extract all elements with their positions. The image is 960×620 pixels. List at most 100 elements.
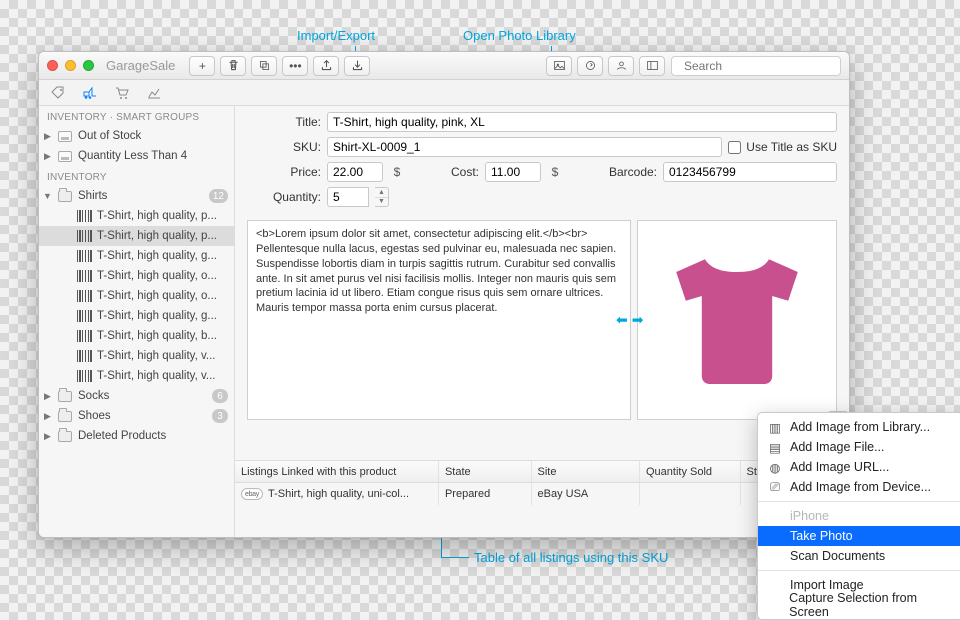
window-controls — [47, 60, 94, 71]
use-title-as-sku-checkbox[interactable]: Use Title as SKU — [728, 140, 837, 154]
titlebar: GarageSale + ••• — [39, 52, 849, 80]
label-cost: Cost: — [439, 165, 479, 179]
currency-symbol: $ — [547, 165, 563, 179]
sidebar-item-product[interactable]: T-Shirt, high quality, o... — [39, 286, 234, 306]
barcode-input[interactable] — [663, 162, 837, 182]
sidebar-item-product[interactable]: T-Shirt, high quality, g... — [39, 306, 234, 326]
menu-item-label: Capture Selection from Screen — [789, 591, 950, 619]
col-state[interactable]: State — [439, 461, 532, 482]
mode-inventory[interactable] — [79, 82, 101, 104]
row-qty — [640, 483, 741, 505]
barcode-icon — [77, 210, 92, 222]
sidebar-toggle-button[interactable] — [639, 56, 665, 76]
disclosure-icon[interactable]: ▶ — [43, 391, 52, 402]
quantity-stepper[interactable]: ▲▼ — [375, 187, 389, 207]
description-textarea[interactable]: <b>Lorem ipsum dolor sit amet, consectet… — [247, 220, 631, 420]
next-photo-button[interactable]: ➡ — [632, 312, 644, 329]
disclosure-icon[interactable]: ▶ — [43, 411, 52, 422]
search-input[interactable] — [684, 59, 839, 73]
sync-button[interactable] — [577, 56, 603, 76]
prev-photo-button[interactable]: ⬅ — [616, 312, 628, 329]
sku-input[interactable] — [327, 137, 722, 157]
menu-item[interactable]: Scan Documents — [758, 546, 960, 566]
trash-icon — [227, 59, 240, 72]
barcode-icon — [77, 310, 92, 322]
product-photo[interactable]: ⬅ ➡ + — [637, 220, 837, 420]
more-button[interactable]: ••• — [282, 56, 308, 76]
zoom-window-button[interactable] — [83, 60, 94, 71]
disclosure-icon[interactable]: ▶ — [43, 151, 52, 162]
callout-label: Table of all listings using this SKU — [474, 550, 668, 565]
col-qty[interactable]: Quantity Sold — [640, 461, 741, 482]
mode-reports[interactable] — [143, 82, 165, 104]
col-listings[interactable]: Listings Linked with this product — [235, 461, 439, 482]
sidebar-item-product[interactable]: T-Shirt, high quality, p... — [39, 206, 234, 226]
sidebar-item-product[interactable]: T-Shirt, high quality, o... — [39, 266, 234, 286]
menu-separator — [758, 570, 960, 571]
export-button[interactable] — [344, 56, 370, 76]
label-title: Title: — [235, 115, 321, 129]
sidebar-smart-low-qty[interactable]: ▶ Quantity Less Than 4 — [39, 146, 234, 166]
close-window-button[interactable] — [47, 60, 58, 71]
callout-open-photo-library: Open Photo Library — [463, 28, 576, 43]
sidebar-item-product[interactable]: T-Shirt, high quality, v... — [39, 346, 234, 366]
price-input[interactable] — [327, 162, 383, 182]
count-badge: 6 — [212, 389, 228, 403]
barcode-icon — [77, 330, 92, 342]
step-down-icon[interactable]: ▼ — [375, 198, 388, 207]
mode-listings[interactable] — [47, 82, 69, 104]
device-icon: ⎚ — [768, 480, 782, 495]
col-site[interactable]: Site — [532, 461, 640, 482]
sidebar-folder-shirts[interactable]: ▼ Shirts 12 — [39, 186, 234, 206]
cart-icon — [114, 85, 130, 101]
callout-label: Open Photo Library — [463, 28, 576, 43]
sidebar-item-product[interactable]: T-Shirt, high quality, v... — [39, 366, 234, 386]
sidebar-item-label: T-Shirt, high quality, o... — [97, 270, 228, 282]
title-input[interactable] — [327, 112, 837, 132]
menu-item[interactable]: Take Photo — [758, 526, 960, 546]
sync-icon — [584, 59, 597, 72]
checkbox-input[interactable] — [728, 141, 741, 154]
menu-item: iPhone — [758, 506, 960, 526]
tag-icon — [50, 85, 66, 101]
count-badge: 12 — [209, 189, 228, 203]
mode-orders[interactable] — [111, 82, 133, 104]
app-window: GarageSale + ••• — [38, 51, 850, 538]
sidebar[interactable]: INVENTORY · SMART GROUPS ▶ Out of Stock … — [39, 106, 235, 537]
sidebar-item-label: T-Shirt, high quality, p... — [97, 230, 228, 242]
duplicate-button[interactable] — [251, 56, 277, 76]
folder-icon — [58, 191, 72, 202]
menu-item[interactable]: ⎚Add Image from Device... — [758, 477, 960, 497]
sidebar-folder-deleted[interactable]: ▶ Deleted Products — [39, 426, 234, 446]
menu-item[interactable]: Capture Selection from Screen — [758, 595, 960, 615]
sidebar-smart-out-of-stock[interactable]: ▶ Out of Stock — [39, 126, 234, 146]
minimize-window-button[interactable] — [65, 60, 76, 71]
sidebar-item-product[interactable]: T-Shirt, high quality, p... — [39, 226, 234, 246]
photo-library-button[interactable] — [546, 56, 572, 76]
menu-item-label: Import Image — [790, 578, 864, 592]
chart-icon — [146, 85, 162, 101]
row-site: eBay USA — [532, 483, 640, 505]
import-button[interactable] — [313, 56, 339, 76]
label-quantity: Quantity: — [235, 190, 321, 204]
menu-item[interactable]: ◍Add Image URL... — [758, 457, 960, 477]
menu-item[interactable]: ▥Add Image from Library... — [758, 417, 960, 437]
disclosure-icon[interactable]: ▶ — [43, 131, 52, 142]
account-button[interactable] — [608, 56, 634, 76]
cost-input[interactable] — [485, 162, 541, 182]
add-button[interactable]: + — [189, 56, 215, 76]
sidebar-folder-shoes[interactable]: ▶ Shoes 3 — [39, 406, 234, 426]
app-title: GarageSale — [106, 58, 175, 73]
disclosure-icon[interactable]: ▶ — [43, 431, 52, 442]
sidebar-folder-socks[interactable]: ▶ Socks 6 — [39, 386, 234, 406]
disclosure-icon[interactable]: ▼ — [43, 191, 52, 201]
quantity-input[interactable] — [327, 187, 369, 207]
product-form: Title: SKU: Use Title as SKU Price: $ — [235, 106, 849, 212]
menu-item[interactable]: ▤Add Image File... — [758, 437, 960, 457]
step-up-icon[interactable]: ▲ — [375, 188, 388, 198]
tshirt-icon — [657, 240, 817, 400]
sidebar-item-product[interactable]: T-Shirt, high quality, b... — [39, 326, 234, 346]
sidebar-item-product[interactable]: T-Shirt, high quality, g... — [39, 246, 234, 266]
search-field[interactable] — [671, 56, 841, 76]
delete-button[interactable] — [220, 56, 246, 76]
